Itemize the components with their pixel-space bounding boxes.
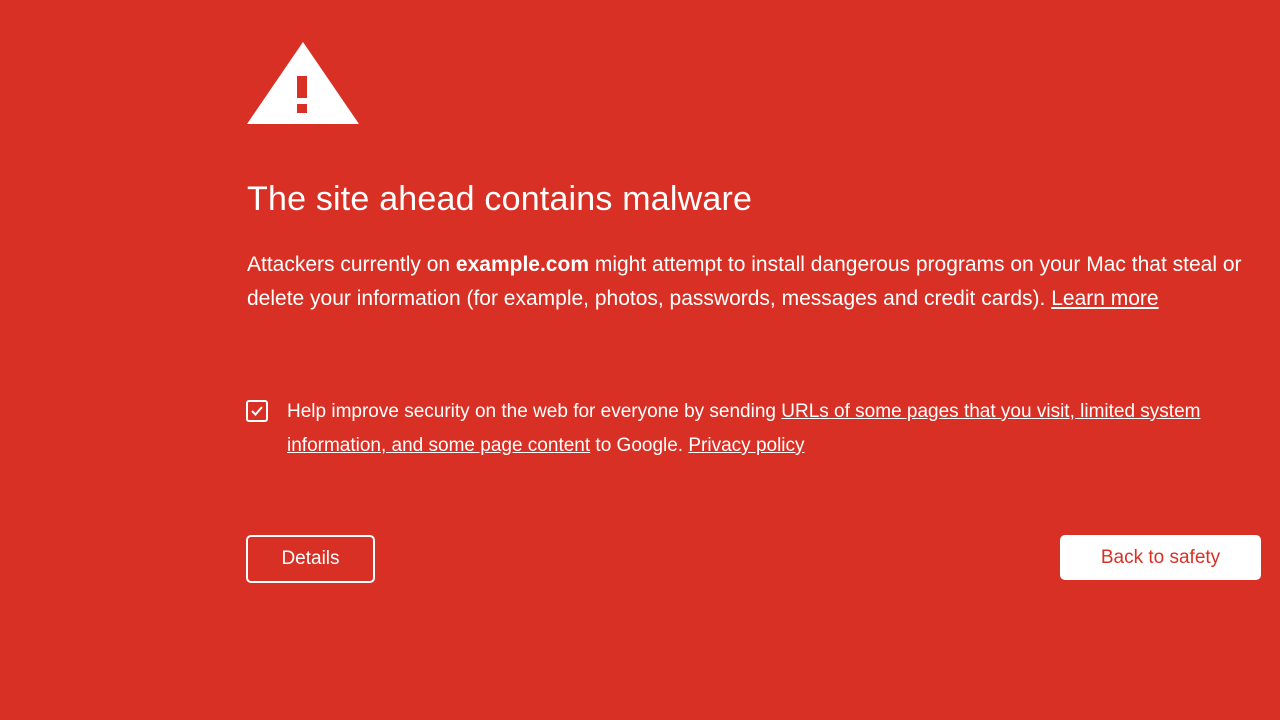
details-button[interactable]: Details bbox=[246, 535, 375, 583]
learn-more-link[interactable]: Learn more bbox=[1051, 287, 1158, 310]
privacy-policy-link[interactable]: Privacy policy bbox=[688, 435, 804, 456]
safe-browsing-checkbox[interactable] bbox=[246, 400, 268, 422]
safe-browsing-optin-text: Help improve security on the web for eve… bbox=[287, 395, 1262, 463]
checkmark-icon bbox=[251, 406, 263, 416]
back-to-safety-button[interactable]: Back to safety bbox=[1060, 535, 1261, 580]
optin-text-middle: to Google. bbox=[590, 435, 689, 456]
warning-message: Attackers currently on example.com might… bbox=[247, 248, 1247, 316]
message-prefix: Attackers currently on bbox=[247, 253, 456, 276]
site-domain: example.com bbox=[455, 253, 589, 276]
optin-text-before: Help improve security on the web for eve… bbox=[287, 401, 782, 422]
warning-triangle-icon bbox=[247, 42, 359, 124]
interstitial-page: The site ahead contains malware Attacker… bbox=[0, 0, 1280, 720]
page-title: The site ahead contains malware bbox=[247, 180, 753, 218]
